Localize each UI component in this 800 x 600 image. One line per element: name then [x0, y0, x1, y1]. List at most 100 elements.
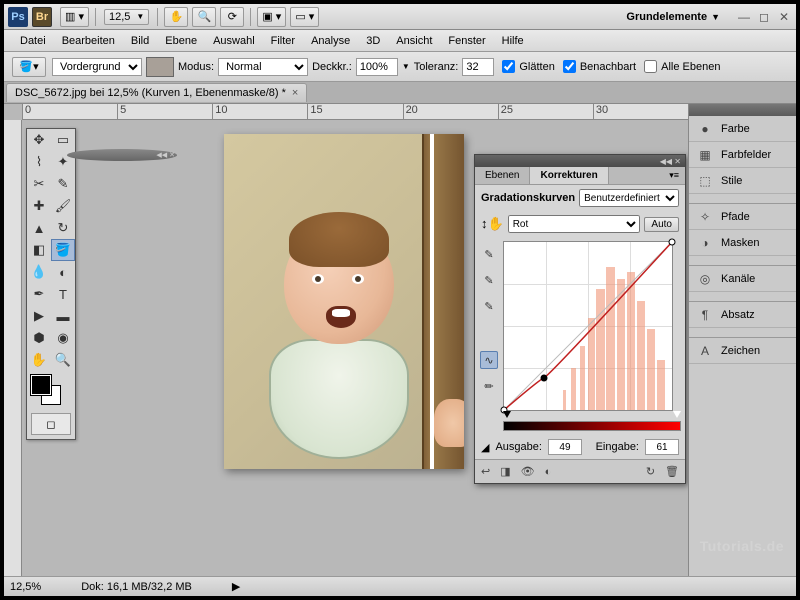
curves-graph[interactable]: [503, 241, 673, 411]
menu-help[interactable]: Hilfe: [494, 33, 532, 49]
antialias-checkbox[interactable]: [502, 60, 515, 73]
menu-window[interactable]: Fenster: [440, 33, 493, 49]
status-docinfo: Dok: 16,1 MB/32,2 MB: [81, 581, 192, 593]
dodge-tool[interactable]: ◐: [51, 261, 75, 283]
input-field[interactable]: [645, 439, 679, 455]
3d-camera-tool[interactable]: ◉: [51, 327, 75, 349]
curve-edit-mode[interactable]: ∿: [480, 351, 498, 369]
white-point-slider[interactable]: [673, 411, 681, 418]
opacity-input[interactable]: [356, 58, 398, 76]
pencil-edit-mode[interactable]: ✏: [480, 377, 498, 395]
zoom-tool-button[interactable]: 🔍: [192, 7, 216, 27]
dock-absatz[interactable]: ¶Absatz: [689, 302, 796, 328]
screen-mode-button[interactable]: ▭ ▾: [290, 7, 319, 27]
zoom-select[interactable]: 12,5▼: [104, 9, 149, 25]
panel-header[interactable]: ◀◀ ✕: [475, 155, 685, 167]
move-tool[interactable]: ✥: [27, 129, 51, 151]
healing-tool[interactable]: ✚: [27, 195, 51, 217]
layout-menu-button[interactable]: ▥ ▾: [60, 7, 89, 27]
dock-kanäle[interactable]: ◎Kanäle: [689, 266, 796, 292]
output-field[interactable]: [548, 439, 582, 455]
menu-filter[interactable]: Filter: [263, 33, 303, 49]
all-layers-checkbox[interactable]: [644, 60, 657, 73]
status-zoom[interactable]: 12,5%: [10, 581, 41, 593]
close-tab-icon[interactable]: ×: [292, 87, 298, 99]
menu-analysis[interactable]: Analyse: [303, 33, 358, 49]
eyedropper-white[interactable]: ✎: [480, 297, 498, 315]
path-select-tool[interactable]: ▶: [27, 305, 51, 327]
tolerance-input[interactable]: [462, 58, 494, 76]
menu-file[interactable]: Datei: [12, 33, 54, 49]
dock-pfade[interactable]: ✧Pfade: [689, 204, 796, 230]
marquee-tool[interactable]: ▭: [51, 129, 75, 151]
3d-tool[interactable]: ⬢: [27, 327, 51, 349]
delete-icon[interactable]: 🗑: [665, 465, 679, 478]
close-button[interactable]: ✕: [776, 10, 792, 24]
menu-edit[interactable]: Bearbeiten: [54, 33, 123, 49]
menu-3d[interactable]: 3D: [358, 33, 388, 49]
menu-select[interactable]: Auswahl: [205, 33, 263, 49]
dock-header[interactable]: [689, 104, 796, 116]
right-panel-dock: ●Farbe▦Farbfelder⬚Stile ✧Pfade◑Masken ◎Kan…: [688, 104, 796, 576]
black-point-slider[interactable]: [503, 411, 511, 418]
document-canvas[interactable]: [224, 134, 464, 469]
workspace-selector[interactable]: Grundelemente ▼: [618, 9, 728, 25]
tab-adjustments[interactable]: Korrekturen: [530, 167, 608, 184]
menu-image[interactable]: Bild: [123, 33, 157, 49]
visibility-icon[interactable]: 👁: [521, 465, 535, 478]
preset-select[interactable]: Benutzerdefiniert: [579, 189, 679, 207]
dock-farbe[interactable]: ●Farbe: [689, 116, 796, 142]
bridge-icon[interactable]: Br: [32, 7, 52, 27]
toolpanel-header[interactable]: ◀◀ ✕: [67, 149, 177, 161]
menu-layer[interactable]: Ebene: [157, 33, 205, 49]
quickmask-button[interactable]: ◻: [31, 413, 71, 435]
color-swatches[interactable]: [27, 371, 75, 409]
dock-zeichen[interactable]: AZeichen: [689, 338, 796, 364]
stamp-tool[interactable]: ▲: [27, 217, 51, 239]
channel-select[interactable]: Rot: [508, 215, 641, 233]
pen-tool[interactable]: ✒: [27, 283, 51, 305]
rotate-view-button[interactable]: ⟳: [220, 7, 244, 27]
maximize-button[interactable]: ◻: [756, 10, 772, 24]
dock-masken[interactable]: ◑Masken: [689, 230, 796, 256]
targeted-adjust-icon[interactable]: ↕✋: [481, 216, 504, 232]
fill-select[interactable]: Vordergrund: [52, 58, 142, 76]
eyedropper-black[interactable]: ✎: [480, 245, 498, 263]
contiguous-checkbox[interactable]: [563, 60, 576, 73]
zoom-tool[interactable]: 🔍: [51, 349, 75, 371]
arrange-button[interactable]: ▣ ▾: [257, 7, 286, 27]
paint-bucket-tool[interactable]: 🪣: [51, 239, 75, 261]
return-icon[interactable]: ↩: [481, 465, 490, 478]
type-tool[interactable]: T: [51, 283, 75, 305]
tab-layers[interactable]: Ebenen: [475, 167, 530, 184]
lasso-tool[interactable]: ⌇: [27, 151, 51, 173]
eyedropper-gray[interactable]: ✎: [480, 271, 498, 289]
dock-farbfelder[interactable]: ▦Farbfelder: [689, 142, 796, 168]
hand-tool-button[interactable]: ✋: [164, 7, 188, 27]
pattern-swatch[interactable]: [146, 57, 174, 77]
foreground-color[interactable]: [31, 375, 51, 395]
hand-tool[interactable]: ✋: [27, 349, 51, 371]
masken-icon: ◑: [697, 235, 713, 251]
history-brush-tool[interactable]: ↻: [51, 217, 75, 239]
document-tab[interactable]: DSC_5672.jpg bei 12,5% (Kurven 1, Ebenen…: [6, 83, 307, 102]
auto-button[interactable]: Auto: [644, 217, 679, 232]
blur-tool[interactable]: 💧: [27, 261, 51, 283]
document-title: DSC_5672.jpg bei 12,5% (Kurven 1, Ebenen…: [15, 87, 286, 99]
brush-tool[interactable]: 🖌: [51, 195, 75, 217]
previous-icon[interactable]: ◐: [545, 466, 552, 478]
panel-menu-icon[interactable]: ▾≡: [663, 167, 685, 184]
minimize-button[interactable]: —: [736, 10, 752, 24]
crop-tool[interactable]: ✂: [27, 173, 51, 195]
clip-icon[interactable]: ◨: [500, 465, 510, 478]
bucket-tool-preset[interactable]: 🪣▾: [12, 57, 46, 77]
status-arrow[interactable]: ▶: [232, 580, 240, 593]
shape-tool[interactable]: ▬: [51, 305, 75, 327]
eyedropper-tool[interactable]: ✎: [51, 173, 75, 195]
workspace: 051015202530 ◀◀ ✕ ✥ ▭ ⌇ ✦ ✂ ✎ ✚ 🖌 ▲ ↻ ◧ …: [4, 104, 796, 576]
menu-view[interactable]: Ansicht: [388, 33, 440, 49]
dock-stile[interactable]: ⬚Stile: [689, 168, 796, 194]
mode-select[interactable]: Normal: [218, 58, 308, 76]
reset-icon[interactable]: ↻: [646, 465, 655, 478]
eraser-tool[interactable]: ◧: [27, 239, 51, 261]
